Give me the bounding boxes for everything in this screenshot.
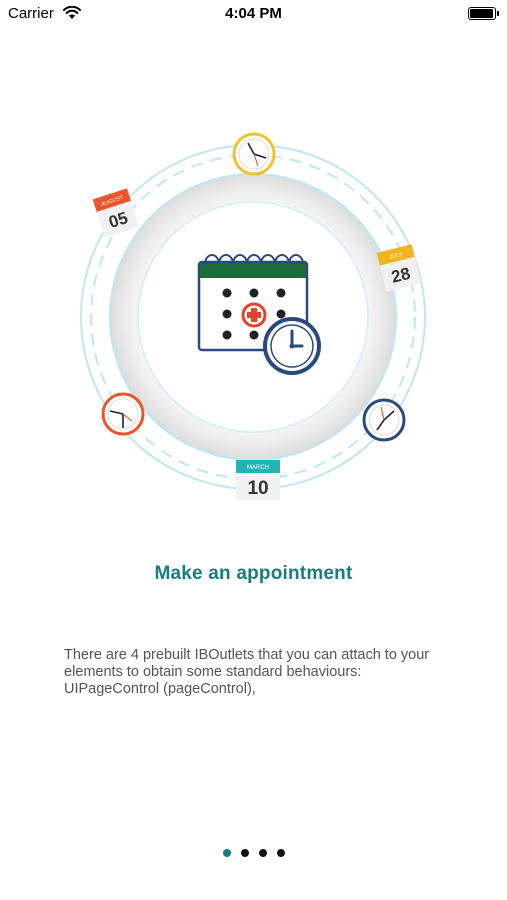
- clock-icon: [263, 317, 321, 375]
- status-bar: Carrier 4:04 PM: [0, 0, 507, 30]
- yellow-clock-icon: [232, 132, 276, 176]
- medical-cross-icon: [241, 302, 267, 328]
- page-control[interactable]: [0, 844, 507, 857]
- page-dot-1[interactable]: [222, 848, 231, 857]
- battery-icon: [468, 7, 499, 20]
- red-clock-icon: [101, 392, 145, 436]
- page-dot-3[interactable]: [258, 848, 267, 857]
- calendar-card-march: MARCH 10: [236, 460, 280, 500]
- page-dot-2[interactable]: [240, 848, 249, 857]
- page-dot-4[interactable]: [276, 848, 285, 857]
- onboarding-title: Make an appointment: [154, 563, 353, 584]
- appointment-illustration: AUGUST 05 JULY 28 MARCH 10: [80, 132, 426, 500]
- calendar-card-march-month: MARCH: [247, 465, 269, 471]
- onboarding-description: There are 4 prebuilt IBOutlets that you …: [64, 647, 430, 697]
- navy-clock-icon: [362, 398, 406, 442]
- status-time: 4:04 PM: [225, 5, 282, 22]
- calendar-card-march-day: 10: [247, 478, 268, 499]
